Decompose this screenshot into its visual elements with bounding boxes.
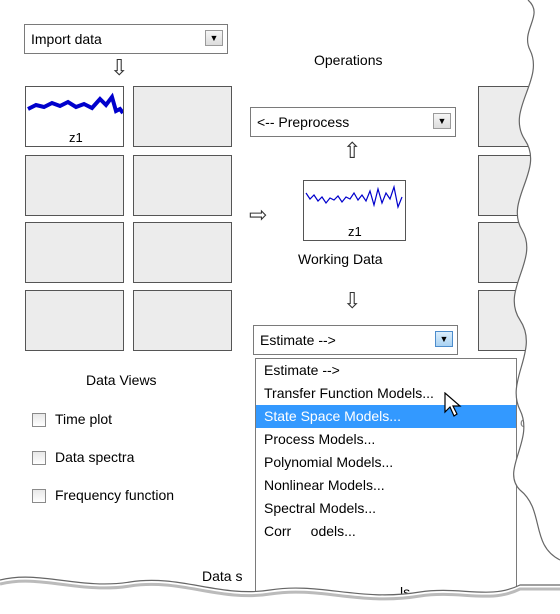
estimation-window: Import data ▼ ⇩ Operations z1 <-- Prepro… — [0, 0, 560, 614]
torn-edge-overlay — [0, 0, 560, 614]
